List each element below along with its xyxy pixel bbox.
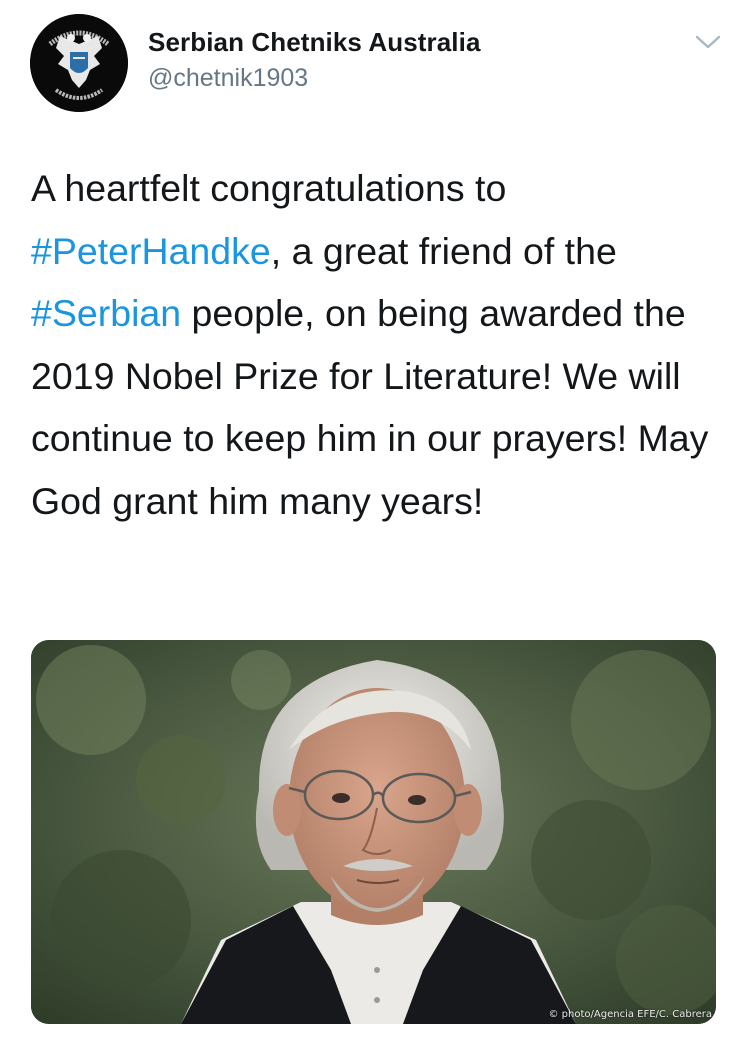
profile-avatar[interactable]: [30, 14, 128, 112]
tweet-photo[interactable]: © photo/Agencia EFE/C. Cabrera: [31, 640, 716, 1024]
hashtag-peterhandke-link[interactable]: #PeterHandke: [31, 230, 271, 272]
chevron-down-icon: [695, 35, 721, 49]
tweet-header: Serbian Chetniks Australia @chetnik1903: [0, 0, 733, 130]
double-headed-eagle-emblem-icon: [30, 14, 128, 112]
photo-credit: © photo/Agencia EFE/C. Cabrera: [548, 1009, 713, 1020]
hashtag-serbian-link[interactable]: #Serbian: [31, 292, 181, 334]
tweet-body: A heartfelt congratulations to #PeterHan…: [31, 157, 721, 532]
account-names: Serbian Chetniks Australia @chetnik1903: [148, 26, 481, 94]
tweet-text-part-1: A heartfelt congratulations to: [31, 167, 507, 209]
portrait-photo: [31, 640, 716, 1024]
tweet-text-part-2: , a great friend of the: [270, 229, 617, 272]
tweet-menu-button[interactable]: [694, 32, 722, 52]
display-name[interactable]: Serbian Chetniks Australia: [148, 26, 481, 58]
account-handle[interactable]: @chetnik1903: [148, 62, 481, 94]
